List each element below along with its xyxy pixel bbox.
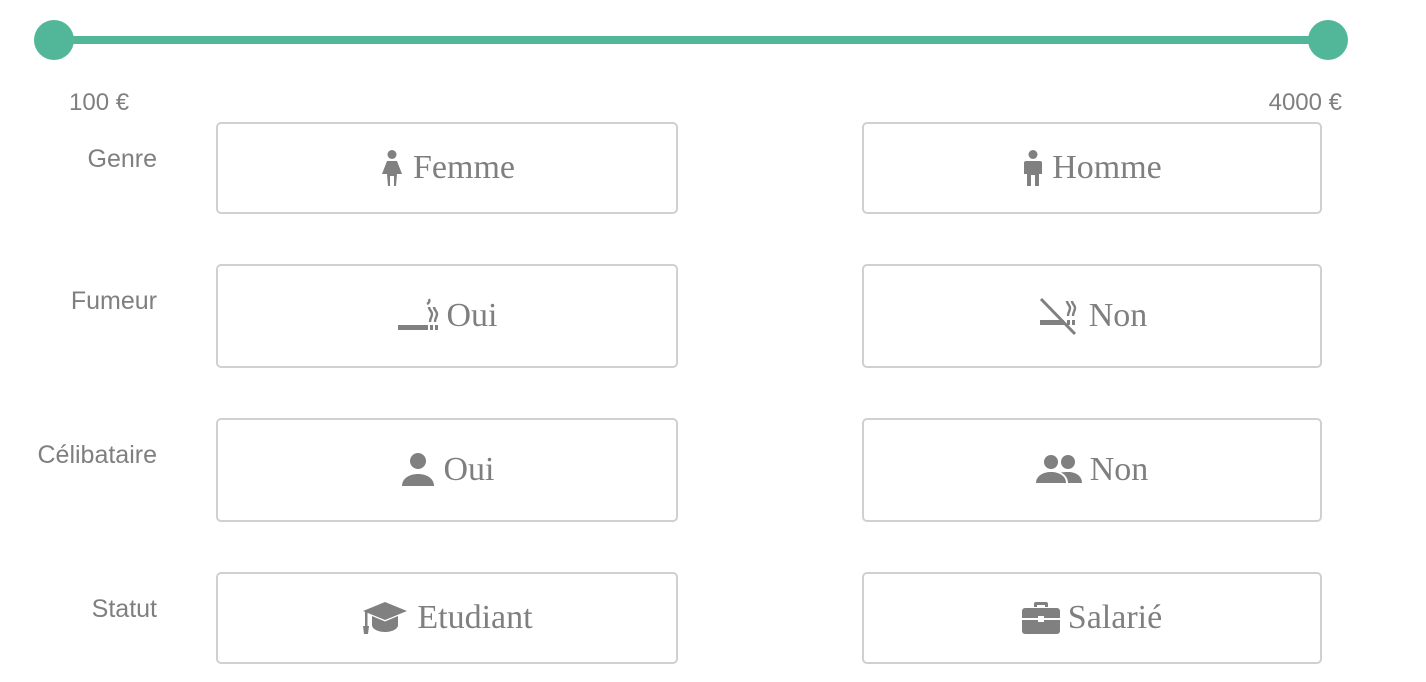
fumeur-oui-button[interactable]: Oui: [216, 264, 678, 368]
statut-etudiant-button[interactable]: Etudiant: [216, 572, 678, 664]
slider-min-label: 100 €: [69, 89, 130, 116]
celibataire-oui-label: Oui: [443, 451, 495, 488]
graduation-cap-icon: [361, 600, 409, 636]
person-icon: [400, 452, 436, 488]
statut-salarie-label: Salarié: [1067, 599, 1163, 636]
slider-min-handle[interactable]: [34, 20, 74, 60]
fumeur-non-button[interactable]: Non: [862, 264, 1322, 368]
statut-salarie-button[interactable]: Salarié: [862, 572, 1322, 664]
statut-label: Statut: [91, 595, 157, 623]
male-icon: [1022, 150, 1044, 186]
no-smoking-icon: [1037, 294, 1081, 338]
genre-homme-button[interactable]: Homme: [862, 122, 1322, 214]
genre-femme-button[interactable]: Femme: [216, 122, 678, 214]
people-icon: [1035, 453, 1082, 487]
celibataire-oui-button[interactable]: Oui: [216, 418, 678, 522]
slider-max-handle[interactable]: [1308, 20, 1348, 60]
statut-etudiant-label: Etudiant: [417, 599, 533, 636]
genre-label: Genre: [87, 145, 157, 173]
fumeur-oui-label: Oui: [446, 297, 498, 334]
genre-homme-label: Homme: [1052, 149, 1162, 186]
fumeur-label: Fumeur: [70, 287, 157, 315]
briefcase-icon: [1021, 601, 1060, 635]
celibataire-label: Célibataire: [37, 441, 157, 469]
fumeur-non-label: Non: [1088, 297, 1148, 334]
smoking-icon: [397, 298, 439, 334]
female-icon: [379, 150, 405, 186]
genre-femme-label: Femme: [413, 149, 515, 186]
celibataire-non-button[interactable]: Non: [862, 418, 1322, 522]
celibataire-non-label: Non: [1089, 451, 1149, 488]
slider-track[interactable]: [54, 36, 1328, 44]
slider-max-label: 4000 €: [1268, 89, 1342, 116]
